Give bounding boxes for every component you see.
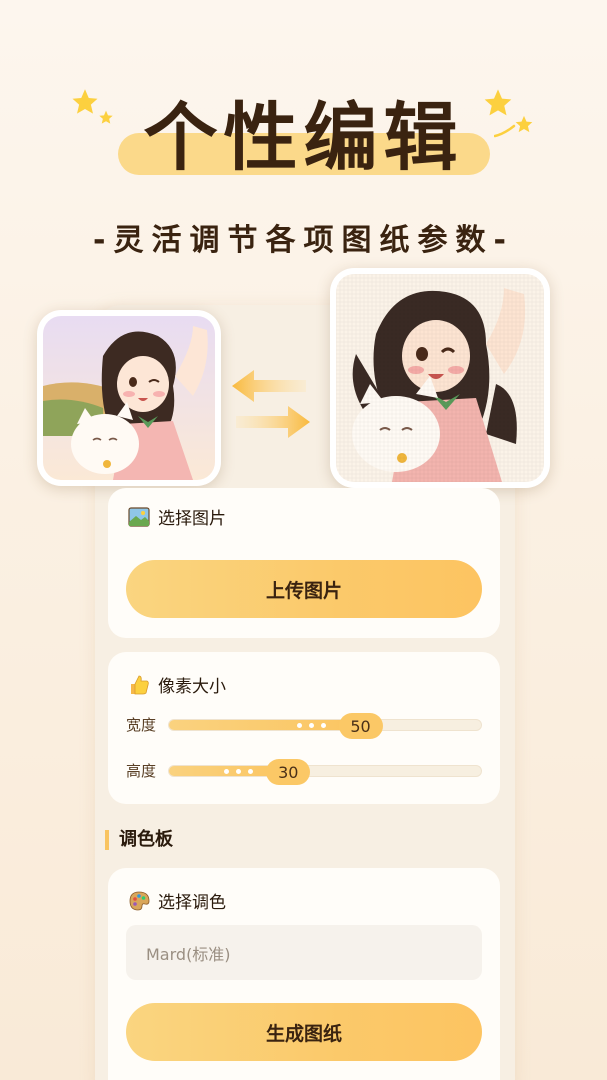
- palette-select[interactable]: Mard(标准): [126, 925, 482, 980]
- original-image-tile[interactable]: [37, 310, 221, 486]
- width-slider-knob[interactable]: 50: [338, 713, 383, 739]
- pixel-size-title: 像素大小: [158, 677, 226, 697]
- upload-image-button[interactable]: 上传图片: [126, 560, 482, 618]
- pixelated-image-tile[interactable]: [330, 268, 550, 488]
- width-slider-row: 宽度 50: [126, 710, 486, 739]
- image-section-header: 选择图片: [128, 504, 226, 529]
- thumbs-up-icon: [131, 675, 149, 694]
- star-icon: [72, 89, 98, 114]
- palette-header-title: 选择调色: [158, 893, 226, 913]
- sparkle-swoosh-icon: [494, 124, 516, 138]
- height-slider[interactable]: 30: [168, 759, 482, 785]
- height-slider-row: 高度 30: [126, 756, 486, 785]
- swap-arrows-icon: [232, 370, 310, 438]
- height-label: 高度: [126, 762, 157, 780]
- star-icon: [515, 115, 533, 133]
- palette-section-title: 调色板: [105, 830, 173, 850]
- page-subtitle: -灵活调节各项图纸参数-: [93, 223, 514, 258]
- pixel-size-header: 像素大小: [128, 672, 226, 697]
- palette-section: 选择调色 Mard(标准) 生成图纸: [108, 868, 500, 1080]
- width-slider[interactable]: 50: [168, 713, 482, 739]
- pixel-size-section: 像素大小 宽度 50 高度 30: [108, 652, 500, 804]
- width-slider-fill: [169, 720, 361, 730]
- picture-icon: [128, 506, 150, 527]
- pixel-art-illustration: [336, 274, 544, 482]
- height-slider-knob[interactable]: 30: [266, 759, 311, 785]
- original-illustration: [43, 316, 215, 480]
- star-icon: [484, 89, 512, 116]
- hero-banner: 个性编辑 -灵活调节各项图纸参数-: [0, 0, 607, 270]
- palette-header: 选择调色: [128, 888, 226, 913]
- image-section-title: 选择图片: [158, 509, 226, 529]
- star-icon: [99, 110, 113, 124]
- height-slider-dots: [224, 769, 254, 775]
- generate-pattern-button[interactable]: 生成图纸: [126, 1003, 482, 1061]
- palette-icon: [129, 891, 150, 910]
- width-label: 宽度: [126, 716, 157, 734]
- width-slider-dots: [296, 723, 326, 729]
- image-section: 选择图片 上传图片: [108, 488, 500, 638]
